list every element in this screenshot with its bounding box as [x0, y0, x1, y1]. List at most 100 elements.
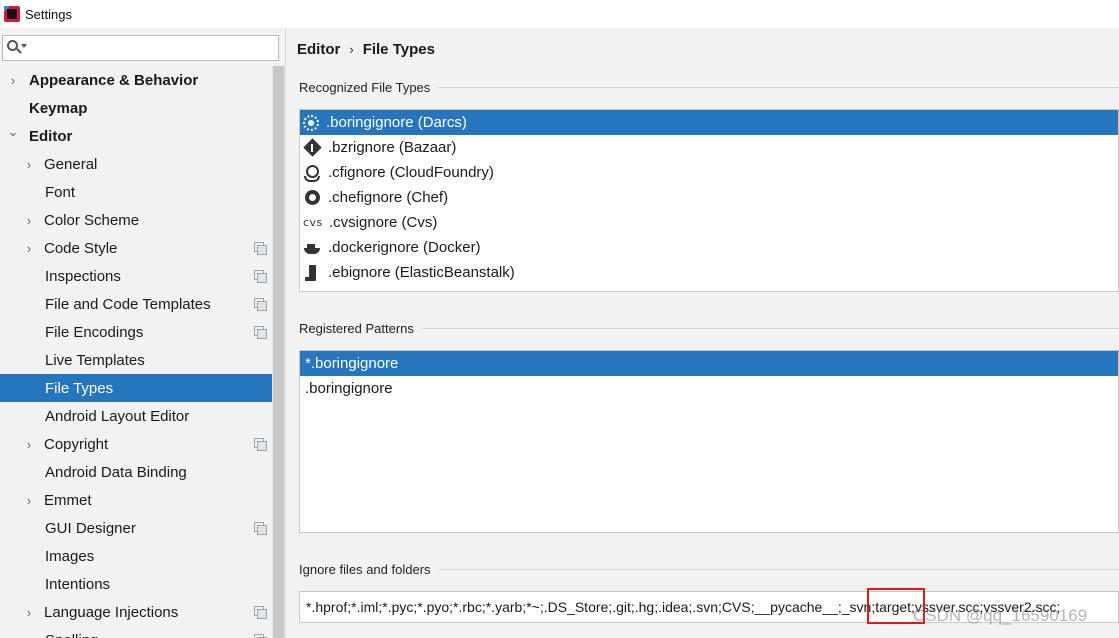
- sidebar-item-label: File and Code Templates: [45, 295, 211, 313]
- file-type-label: .chefignore (Chef): [328, 189, 449, 206]
- darcs-icon: [303, 114, 319, 131]
- project-scope-icon: [254, 298, 267, 311]
- sidebar-item-label: File Types: [45, 379, 114, 397]
- file-type-label: .cfignore (CloudFoundry): [328, 164, 494, 181]
- settings-search-input[interactable]: [28, 37, 278, 59]
- recognized-file-types-label: Recognized File Types: [299, 80, 431, 95]
- sidebar-item-label: Live Templates: [45, 351, 145, 369]
- sidebar-item-label: Emmet: [44, 491, 92, 509]
- breadcrumb-current: File Types: [362, 41, 435, 58]
- file-types-panel: Editor › File Types Recognized File Type…: [287, 28, 1119, 638]
- chevron-right-icon[interactable]: ›: [24, 241, 34, 256]
- sidebar-item-font[interactable]: Font: [0, 178, 272, 206]
- docker-icon: [303, 239, 321, 257]
- sidebar-item-inspections[interactable]: Inspections: [0, 262, 272, 290]
- file-type-label: .bzrignore (Bazaar): [328, 139, 457, 156]
- file-type-row[interactable]: .chefignore (Chef): [300, 185, 1118, 210]
- project-scope-icon: [254, 326, 267, 339]
- sidebar-item-editor[interactable]: ⌄ Editor: [0, 122, 272, 150]
- recognized-file-types-list[interactable]: .boringignore (Darcs) .bzrignore (Bazaar)…: [299, 109, 1119, 292]
- file-type-row[interactable]: .dockerignore (Docker): [300, 235, 1118, 260]
- sidebar-item-android-layout-editor[interactable]: Android Layout Editor: [0, 402, 272, 430]
- sidebar-item-spelling[interactable]: Spelling: [0, 626, 272, 638]
- sidebar-item-live-templates[interactable]: Live Templates: [0, 346, 272, 374]
- ignore-files-label: Ignore files and folders: [299, 562, 431, 577]
- sidebar-item-color-scheme[interactable]: › Color Scheme: [0, 206, 272, 234]
- sidebar-item-emmet[interactable]: › Emmet: [0, 486, 272, 514]
- chevron-right-icon[interactable]: ›: [24, 213, 34, 228]
- sidebar-item-label: Spelling: [45, 632, 98, 638]
- file-type-label: .dockerignore (Docker): [328, 239, 481, 256]
- search-icon[interactable]: [6, 38, 28, 58]
- sidebar-item-file-types[interactable]: File Types: [0, 374, 285, 402]
- sidebar-item-keymap[interactable]: Keymap: [0, 94, 272, 122]
- breadcrumb-separator: ›: [349, 42, 354, 57]
- sidebar-item-android-data-binding[interactable]: Android Data Binding: [0, 458, 272, 486]
- intellij-app-icon: [4, 6, 20, 22]
- cvs-icon: cvs: [303, 216, 323, 229]
- registered-patterns-list[interactable]: *.boringignore .boringignore: [299, 350, 1119, 533]
- registered-patterns-label: Registered Patterns: [299, 321, 414, 336]
- sidebar-item-label: General: [44, 155, 98, 173]
- file-type-row[interactable]: .bzrignore (Bazaar): [300, 135, 1118, 160]
- file-type-row[interactable]: .boringignore (Darcs): [300, 110, 1118, 135]
- sidebar-item-language-injections[interactable]: › Language Injections: [0, 598, 272, 626]
- recognized-file-types-title: Recognized File Types: [299, 80, 1119, 95]
- chef-icon: [303, 189, 321, 207]
- window-title: Settings: [25, 6, 72, 22]
- pattern-row[interactable]: .boringignore: [300, 376, 1118, 401]
- settings-tree: › Appearance & Behavior Keymap ⌄ Editor › Gene…: [0, 66, 285, 638]
- project-scope-icon: [254, 522, 267, 535]
- settings-search-box[interactable]: [2, 35, 279, 61]
- chevron-down-icon[interactable]: ⌄: [8, 124, 19, 139]
- sidebar-item-file-and-code-templates[interactable]: File and Code Templates: [0, 290, 272, 318]
- sidebar-item-code-style[interactable]: › Code Style: [0, 234, 272, 262]
- ignore-files-title: Ignore files and folders: [299, 562, 1119, 577]
- sidebar-item-label: Appearance & Behavior: [29, 71, 199, 89]
- sidebar-item-label: Editor: [29, 127, 73, 145]
- sidebar-item-gui-designer[interactable]: GUI Designer: [0, 514, 272, 542]
- sidebar-item-label: Language Injections: [44, 603, 179, 621]
- chevron-right-icon[interactable]: ›: [24, 493, 34, 508]
- sidebar-item-label: GUI Designer: [45, 519, 136, 537]
- cloudfoundry-icon: [303, 164, 321, 182]
- sidebar-item-label: Android Data Binding: [45, 463, 187, 481]
- project-scope-icon: [254, 242, 267, 255]
- bazaar-icon: [303, 139, 321, 157]
- sidebar-scrollbar[interactable]: [272, 66, 285, 638]
- sidebar-item-copyright[interactable]: › Copyright: [0, 430, 272, 458]
- sidebar-item-label: Copyright: [44, 435, 109, 453]
- project-scope-icon: [254, 606, 267, 619]
- sidebar-item-general[interactable]: › General: [0, 150, 272, 178]
- sidebar-item-label: Inspections: [45, 267, 121, 285]
- registered-patterns-title: Registered Patterns: [299, 321, 1119, 336]
- file-type-label: .boringignore (Darcs): [326, 114, 467, 131]
- sidebar-item-label: Font: [45, 183, 76, 201]
- chevron-right-icon[interactable]: ›: [8, 73, 18, 88]
- breadcrumb: Editor › File Types: [297, 41, 435, 58]
- sidebar-item-intentions[interactable]: Intentions: [0, 570, 272, 598]
- sidebar-item-label: Code Style: [44, 239, 118, 257]
- file-type-row[interactable]: cvs .cvsignore (Cvs): [300, 210, 1118, 235]
- breadcrumb-parent: Editor: [297, 41, 341, 58]
- sidebar-item-label: Images: [45, 547, 95, 565]
- file-type-row[interactable]: .ebignore (ElasticBeanstalk): [300, 260, 1118, 285]
- sidebar-scrollbar-thumb[interactable]: [273, 66, 284, 638]
- file-type-label: .cvsignore (Cvs): [329, 214, 438, 231]
- elasticbeanstalk-icon: [303, 264, 321, 282]
- sidebar-item-images[interactable]: Images: [0, 542, 272, 570]
- file-type-row[interactable]: .cfignore (CloudFoundry): [300, 160, 1118, 185]
- sidebar-item-file-encodings[interactable]: File Encodings: [0, 318, 272, 346]
- chevron-right-icon[interactable]: ›: [24, 157, 34, 172]
- project-scope-icon: [254, 634, 267, 638]
- chevron-right-icon[interactable]: ›: [24, 437, 34, 452]
- project-scope-icon: [254, 270, 267, 283]
- settings-sidebar: › Appearance & Behavior Keymap ⌄ Editor › Gene…: [0, 28, 286, 638]
- watermark: CSDN @qq_16590169: [913, 606, 1088, 625]
- sidebar-item-label: Intentions: [45, 575, 111, 593]
- title-bar: Settings: [0, 0, 1119, 28]
- pattern-row[interactable]: *.boringignore: [300, 351, 1118, 376]
- sidebar-item-appearance-behavior[interactable]: › Appearance & Behavior: [0, 66, 272, 94]
- sidebar-item-label: Android Layout Editor: [45, 407, 190, 425]
- chevron-right-icon[interactable]: ›: [24, 605, 34, 620]
